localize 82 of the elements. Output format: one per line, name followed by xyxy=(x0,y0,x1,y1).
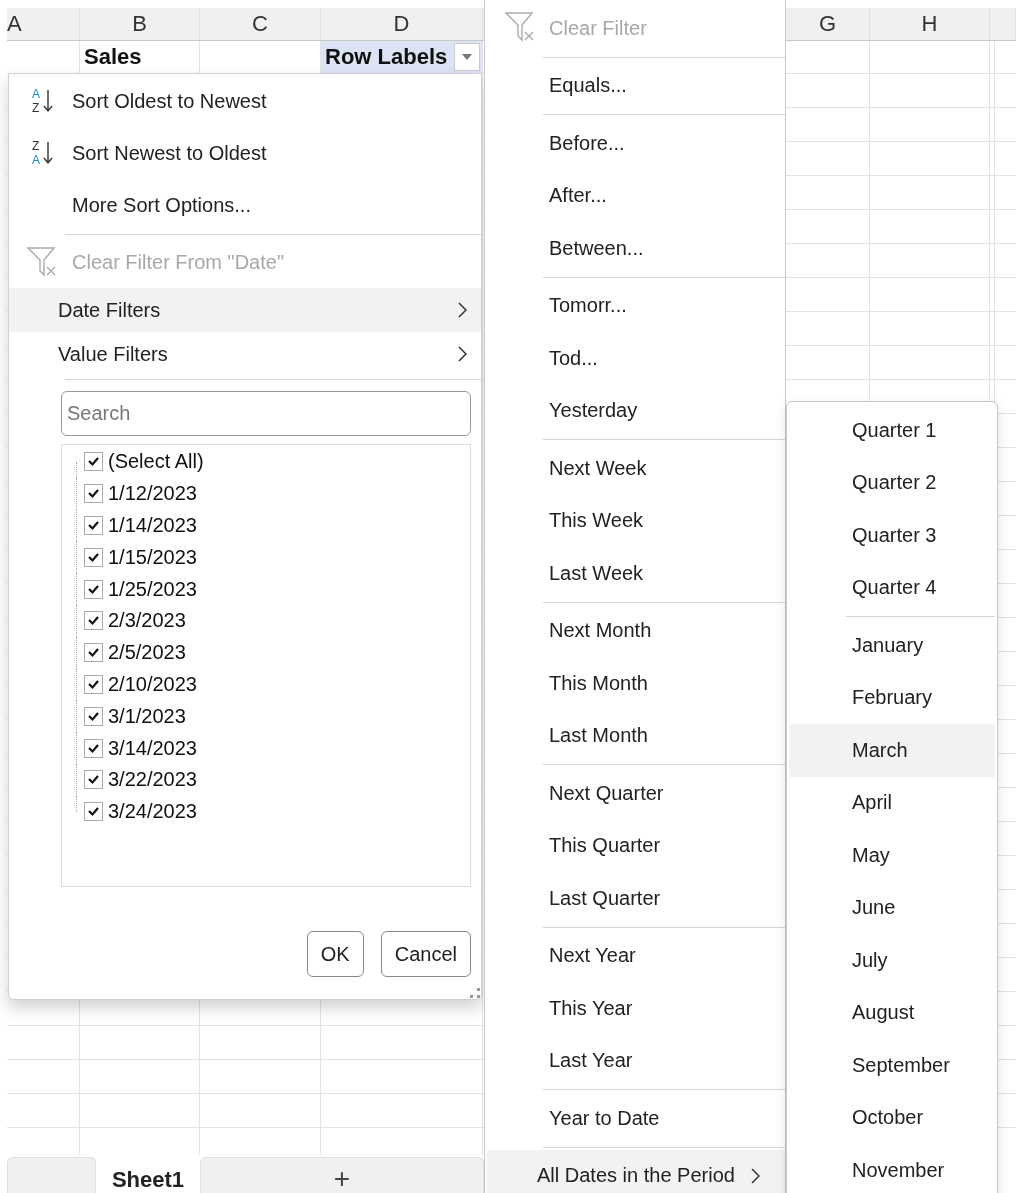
column-header[interactable]: B xyxy=(80,8,200,40)
chevron-right-icon xyxy=(458,302,467,318)
menu-item[interactable]: July xyxy=(789,934,995,987)
menu-item[interactable]: Next Month xyxy=(485,604,785,657)
checkbox[interactable] xyxy=(84,706,103,726)
menu-item[interactable]: November xyxy=(789,1144,995,1193)
menu-item[interactable]: April xyxy=(789,776,995,829)
menu-item[interactable]: Last Month xyxy=(485,709,785,762)
checkbox[interactable] xyxy=(84,611,103,631)
menu-item[interactable]: Yesterday xyxy=(485,384,785,437)
menu-item[interactable]: March xyxy=(789,724,995,777)
checkbox[interactable] xyxy=(84,452,103,472)
checkbox-label: 2/3/2023 xyxy=(108,609,186,633)
checkbox-label: 2/10/2023 xyxy=(108,672,197,696)
menu-item[interactable]: Next Year xyxy=(485,929,785,982)
menu-item[interactable]: Last Year xyxy=(485,1034,785,1087)
checkbox-label: 2/5/2023 xyxy=(108,641,186,665)
menu-item[interactable]: September xyxy=(789,1039,995,1092)
column-header[interactable]: A xyxy=(7,8,80,40)
menu-item[interactable]: Quarter 1 xyxy=(789,404,995,457)
search-field[interactable]: Search xyxy=(61,391,471,436)
menu-item[interactable]: This Year xyxy=(485,982,785,1035)
checkbox-label: (Select All) xyxy=(108,450,204,474)
resize-grip-icon xyxy=(470,988,480,998)
menu-item[interactable]: Z A Sort Newest to Oldest xyxy=(9,127,481,179)
checkbox-label: 1/15/2023 xyxy=(108,545,197,569)
checkbox-label: 3/14/2023 xyxy=(108,736,197,760)
checkbox[interactable] xyxy=(84,738,103,758)
checkbox-label: 1/12/2023 xyxy=(108,482,197,506)
dropdown-arrow-icon xyxy=(462,54,472,60)
column-header[interactable]: D xyxy=(321,8,483,40)
menu-item[interactable]: October xyxy=(789,1091,995,1144)
checkbox[interactable] xyxy=(84,579,103,599)
checkbox[interactable] xyxy=(84,516,103,535)
checkbox[interactable] xyxy=(84,802,103,822)
menu-item[interactable]: After... xyxy=(485,169,785,222)
cancel-button[interactable]: Cancel xyxy=(380,931,471,977)
checkbox-label: 3/1/2023 xyxy=(108,704,186,728)
menu-item[interactable]: This Quarter xyxy=(485,819,785,872)
menu-item[interactable]: Between... xyxy=(485,222,785,275)
checkbox[interactable] xyxy=(84,547,103,567)
menu-item[interactable]: Quarter 3 xyxy=(789,509,995,562)
menu-item[interactable]: May xyxy=(789,829,995,882)
add-sheet-button[interactable]: + xyxy=(333,1165,351,1193)
submenu-item[interactable]: All Dates in the Period xyxy=(487,1149,785,1193)
menu-item[interactable]: Quarter 2 xyxy=(789,456,995,509)
menu-item[interactable]: Tod... xyxy=(485,332,785,385)
column-header[interactable]: C xyxy=(200,8,321,40)
menu-item[interactable]: Equals... xyxy=(485,59,785,112)
menu-item[interactable]: Before... xyxy=(485,117,785,170)
menu-item[interactable]: Next Quarter xyxy=(485,767,785,820)
checkbox-label: 3/24/2023 xyxy=(108,800,197,824)
chevron-right-icon xyxy=(750,1167,760,1184)
menu-item[interactable]: Next Week xyxy=(485,442,785,495)
column-header[interactable]: H xyxy=(870,8,990,40)
menu-item[interactable]: August xyxy=(789,986,995,1039)
menu-item[interactable]: June xyxy=(789,881,995,934)
checkbox[interactable] xyxy=(84,770,103,790)
checkbox-label: 3/22/2023 xyxy=(108,768,197,792)
menu-item[interactable]: More Sort Options... xyxy=(9,179,481,231)
filter-dropdown-button[interactable] xyxy=(454,43,480,71)
checkbox[interactable] xyxy=(84,674,103,694)
menu-item[interactable]: Last Quarter xyxy=(485,872,785,925)
menu-item[interactable]: Tomorr... xyxy=(485,279,785,332)
checkbox[interactable] xyxy=(84,484,103,504)
submenu-item[interactable]: Date Filters xyxy=(9,288,481,332)
menu-item[interactable]: January xyxy=(789,619,995,672)
ok-button[interactable]: OK xyxy=(306,931,364,977)
menu-item[interactable]: Quarter 4 xyxy=(789,561,995,614)
table-cell: Sales xyxy=(84,44,142,70)
chevron-right-icon xyxy=(458,346,467,362)
submenu-item[interactable]: Value Filters xyxy=(9,332,481,376)
menu-item[interactable]: This Week xyxy=(485,494,785,547)
checkbox-label: 1/14/2023 xyxy=(108,514,197,537)
checkbox[interactable] xyxy=(84,643,103,663)
menu-item[interactable]: Last Week xyxy=(485,547,785,600)
menu-item[interactable]: February xyxy=(789,671,995,724)
checkbox-label: 1/25/2023 xyxy=(108,577,197,601)
table-cell: Row Labels xyxy=(325,44,448,70)
menu-item[interactable]: Year to Date xyxy=(485,1092,785,1145)
menu-item[interactable]: This Month xyxy=(485,657,785,710)
menu-item[interactable]: A Z Sort Oldest to Newest xyxy=(9,75,481,127)
